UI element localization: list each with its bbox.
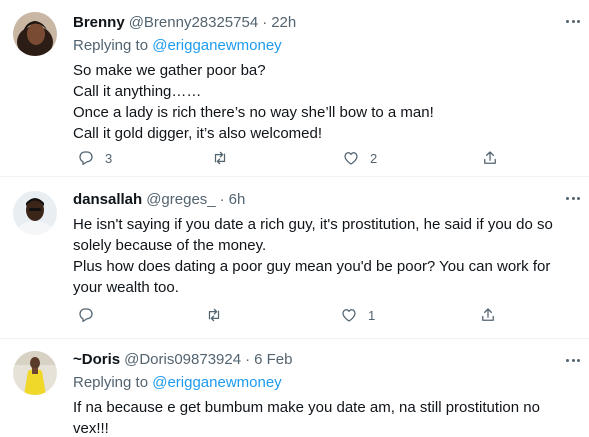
- tweet-text-line: solely because of the money.: [73, 237, 267, 254]
- reply-count: 3: [105, 150, 113, 166]
- replying-to-label: Replying to: [73, 374, 149, 391]
- display-name[interactable]: dansallah: [73, 191, 142, 208]
- avatar[interactable]: [13, 191, 57, 235]
- tweet-header: Brenny @Brenny28325754 · 22h: [73, 12, 579, 32]
- reply-button[interactable]: [77, 305, 105, 325]
- timestamp[interactable]: 6 Feb: [254, 351, 292, 368]
- tweet-text-line: He isn't saying if you date a rich guy, …: [73, 216, 553, 233]
- tweet-text-line: your wealth too.: [73, 279, 179, 296]
- tweet-text-line: Plus how does dating a poor guy mean you…: [73, 258, 551, 275]
- reply-button[interactable]: 3: [77, 148, 112, 168]
- tweet-text-line: So make we gather poor ba?: [73, 62, 266, 79]
- like-icon: [344, 152, 358, 165]
- mention-link[interactable]: @erigganewmoney: [152, 374, 281, 391]
- timestamp[interactable]: 6h: [229, 191, 246, 208]
- tweet-header: dansallah @greges_ · 6h: [73, 189, 579, 209]
- tweet-text: He isn't saying if you date a rich guy, …: [73, 214, 579, 298]
- share-icon: [482, 308, 494, 321]
- like-count: 2: [370, 150, 378, 166]
- action-bar: 1: [73, 305, 503, 325]
- display-name[interactable]: ~Doris: [73, 351, 120, 368]
- reply-icon: [79, 308, 93, 323]
- user-handle[interactable]: @Brenny28325754: [129, 14, 259, 31]
- tweet-text: So make we gather poor ba? Call it anyth…: [73, 60, 579, 144]
- retweet-icon: [208, 308, 220, 322]
- share-icon: [484, 151, 496, 164]
- avatar[interactable]: [13, 12, 57, 56]
- share-button[interactable]: [479, 305, 497, 325]
- user-handle[interactable]: @greges_: [146, 191, 215, 208]
- mention-link[interactable]: @erigganewmoney: [152, 37, 281, 54]
- tweet-1[interactable]: Brenny @Brenny28325754 · 22h Replying to…: [0, 0, 589, 176]
- retweet-button[interactable]: [205, 305, 233, 325]
- separator-dot: ·: [219, 190, 225, 208]
- more-icon[interactable]: [563, 190, 583, 206]
- replying-to: Replying to @erigganewmoney: [73, 373, 579, 393]
- replying-to: Replying to @erigganewmoney: [73, 36, 579, 56]
- more-icon[interactable]: [563, 352, 583, 368]
- like-count: 1: [368, 307, 376, 323]
- separator-dot: ·: [262, 13, 268, 31]
- tweet-text-line: If na because e get bumbum make you date…: [73, 399, 540, 416]
- avatar[interactable]: [13, 351, 57, 395]
- tweet-header: ~Doris @Doris09873924 · 6 Feb: [73, 349, 579, 369]
- tweet-text-line: Call it anything……: [73, 83, 202, 100]
- reply-icon: [79, 151, 93, 166]
- tweet-text-line: vex!!!: [73, 420, 109, 437]
- display-name[interactable]: Brenny: [73, 14, 125, 31]
- action-bar: 3 2: [73, 148, 503, 168]
- separator-dot: ·: [245, 350, 251, 368]
- timestamp[interactable]: 22h: [271, 14, 296, 31]
- tweet-text-line: Call it gold digger, it’s also welcomed!: [73, 125, 323, 142]
- tweet-3[interactable]: ~Doris @Doris09873924 · 6 Feb Replying t…: [0, 339, 589, 437]
- retweet-icon: [214, 151, 226, 165]
- like-button[interactable]: 1: [340, 305, 375, 325]
- like-icon: [342, 309, 356, 322]
- user-handle[interactable]: @Doris09873924: [124, 351, 241, 368]
- like-button[interactable]: 2: [342, 148, 377, 168]
- tweet-text-line: Once a lady is rich there’s no way she’l…: [73, 104, 434, 121]
- share-button[interactable]: [481, 148, 499, 168]
- more-icon[interactable]: [563, 13, 583, 29]
- retweet-button[interactable]: [211, 148, 239, 168]
- replying-to-label: Replying to: [73, 37, 149, 54]
- tweet-2[interactable]: dansallah @greges_ · 6h He isn't saying …: [0, 177, 589, 338]
- tweet-text: If na because e get bumbum make you date…: [73, 397, 579, 437]
